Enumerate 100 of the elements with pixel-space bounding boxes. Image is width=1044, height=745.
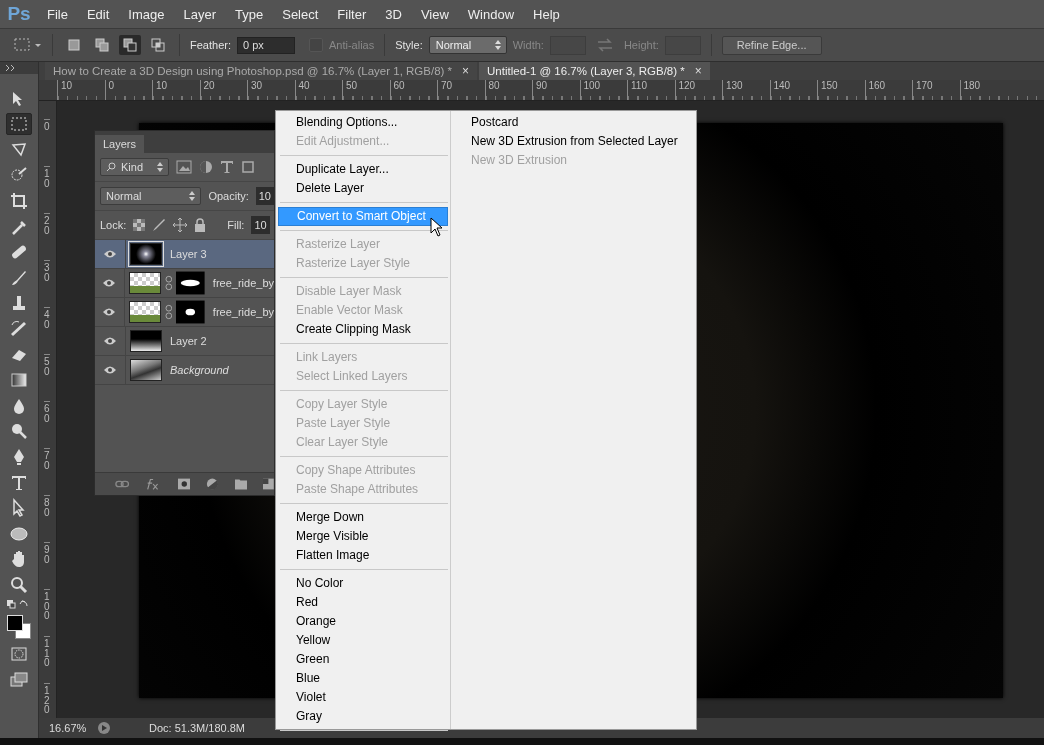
lock-label: Lock: xyxy=(100,219,127,231)
eye-icon[interactable] xyxy=(102,278,117,288)
height-label: Height: xyxy=(623,39,659,51)
eye-icon[interactable] xyxy=(103,249,117,259)
layer-thumbnail xyxy=(128,272,161,294)
menu-item[interactable]: File xyxy=(38,6,78,22)
style-dropdown[interactable]: Normal xyxy=(428,36,507,54)
chain-link-icon[interactable] xyxy=(164,275,173,291)
menu-option[interactable]: Gray xyxy=(278,707,448,726)
eye-icon[interactable] xyxy=(103,365,117,375)
app-logo: Ps xyxy=(6,3,32,25)
eye-icon[interactable] xyxy=(102,307,117,317)
menu-item[interactable]: Type xyxy=(226,6,274,22)
adjustment-layer-icon[interactable] xyxy=(206,477,219,491)
fill-label: Fill: xyxy=(227,219,245,231)
close-tab-button[interactable]: × xyxy=(462,64,470,78)
opacity-field[interactable]: 10 xyxy=(255,187,274,205)
ruler-label: 80 xyxy=(484,80,532,100)
chain-link-icon[interactable] xyxy=(164,304,173,320)
menu-item[interactable]: View xyxy=(411,6,459,22)
menu-option[interactable]: Merge Down xyxy=(278,508,448,527)
ruler-label: 20 xyxy=(199,80,247,100)
up-down-arrows-icon xyxy=(157,162,163,172)
ruler-label: 100 xyxy=(44,589,50,636)
eye-icon[interactable] xyxy=(103,336,117,346)
document-tab[interactable]: How to Create a 3D Design using Photoshop.psd @ 16.7% (Layer 1, RGB/8) * × xyxy=(45,62,478,80)
ruler-label: 40 xyxy=(294,80,342,100)
ruler-label: 30 xyxy=(247,80,295,100)
menu-item[interactable]: Image xyxy=(119,6,175,22)
new-layer-icon[interactable] xyxy=(263,478,274,490)
menu-option[interactable]: Postcard xyxy=(453,113,678,132)
blend-mode-dropdown[interactable]: Normal xyxy=(100,187,202,205)
ruler-label: 120 xyxy=(674,80,722,100)
menu-option[interactable]: Blending Options... xyxy=(278,113,448,132)
style-label: Style: xyxy=(395,39,423,51)
document-tab[interactable]: Untitled-1 @ 16.7% (Layer 3, RGB/8) * × xyxy=(479,62,710,80)
fill-field[interactable]: 10 xyxy=(251,216,270,234)
menu-item[interactable]: 3D xyxy=(376,6,412,22)
ruler-label: 160 xyxy=(864,80,912,100)
marquee-tool-icon[interactable] xyxy=(6,113,32,136)
menu-item[interactable]: Window xyxy=(458,6,525,22)
menu-option[interactable]: Orange xyxy=(278,612,448,631)
menu-option[interactable]: Yellow xyxy=(278,631,448,650)
image-filter-icon[interactable] xyxy=(176,160,192,174)
layers-tab[interactable]: Layers xyxy=(95,135,145,153)
menu-option[interactable]: Red xyxy=(278,593,448,612)
shape-filter-icon[interactable] xyxy=(241,160,255,174)
menu-item[interactable]: Edit xyxy=(77,6,120,22)
type-filter-icon[interactable] xyxy=(220,160,234,174)
menu-option[interactable]: Flatten Image xyxy=(278,546,448,565)
subtract-selection-icon[interactable] xyxy=(119,35,141,55)
menu-option[interactable]: No Color xyxy=(278,574,448,593)
folder-icon[interactable] xyxy=(234,478,248,490)
menu-option[interactable]: Duplicate Layer... xyxy=(278,160,448,179)
layer-row[interactable]: Layer 2 xyxy=(95,327,274,356)
layer-row[interactable]: Layer 3 xyxy=(95,240,274,269)
ruler-label: 20 xyxy=(44,213,50,260)
ruler-label: 150 xyxy=(817,80,865,100)
menu-option[interactable]: Blue xyxy=(278,669,448,688)
layer-row[interactable]: Background xyxy=(95,356,274,385)
layer-row[interactable]: free_ride_by xyxy=(95,298,274,327)
menu-option[interactable]: New 3D Extrusion from Selected Layer xyxy=(453,132,678,151)
checker-lock-icon[interactable] xyxy=(133,219,146,231)
refine-edge-button[interactable]: Refine Edge... xyxy=(721,35,822,55)
menu-item[interactable]: Filter xyxy=(328,6,377,22)
menu-option[interactable]: Green xyxy=(278,650,448,669)
menu-option[interactable]: Merge Visible xyxy=(278,527,448,546)
feather-field[interactable]: 0 px xyxy=(236,36,295,54)
layer-thumbnail xyxy=(130,243,162,265)
zoom-level: 16.67% xyxy=(48,722,88,734)
ruler-label: 10 xyxy=(57,80,105,100)
ruler-label: 50 xyxy=(342,80,390,100)
layer-mask-thumbnail xyxy=(176,271,205,295)
layer-thumbnail xyxy=(130,330,162,352)
menu-option[interactable]: Create Clipping Mask xyxy=(278,320,448,339)
color-swatches-icon[interactable] xyxy=(6,615,32,640)
close-tab-button[interactable]: × xyxy=(694,64,702,78)
collapse-panel-icon[interactable] xyxy=(0,62,38,74)
menu-item[interactable]: Help xyxy=(524,6,570,22)
layer-name: Layer 3 xyxy=(170,248,207,260)
brush-lock-icon[interactable] xyxy=(152,218,167,232)
mouse-pointer-icon xyxy=(430,217,444,237)
menu-item[interactable]: Layer xyxy=(174,6,227,22)
mask-icon[interactable] xyxy=(177,478,191,490)
filter-kind-dropdown[interactable]: Kind xyxy=(100,158,169,176)
layer-mask-thumbnail xyxy=(176,300,205,324)
ruler-label: 130 xyxy=(722,80,770,100)
link-icon[interactable] xyxy=(115,479,130,489)
layer-row[interactable]: free_ride_by xyxy=(95,269,274,298)
menu-option[interactable]: Delete Layer xyxy=(278,179,448,198)
layer-name: free_ride_by xyxy=(212,277,274,289)
ruler-label: 80 xyxy=(44,495,50,542)
tab-title: Untitled-1 @ 16.7% (Layer 3, RGB/8) * xyxy=(487,65,685,77)
menu-option[interactable]: Violet xyxy=(278,688,448,707)
document-size: Doc: 51.3M/180.8M xyxy=(149,722,245,734)
ruler-label: 110 xyxy=(44,636,50,683)
adjustment-filter-icon[interactable] xyxy=(199,160,213,174)
menu-item[interactable]: Select xyxy=(273,6,329,22)
move-lock-icon[interactable] xyxy=(173,218,188,232)
lock-icon[interactable] xyxy=(194,218,207,232)
